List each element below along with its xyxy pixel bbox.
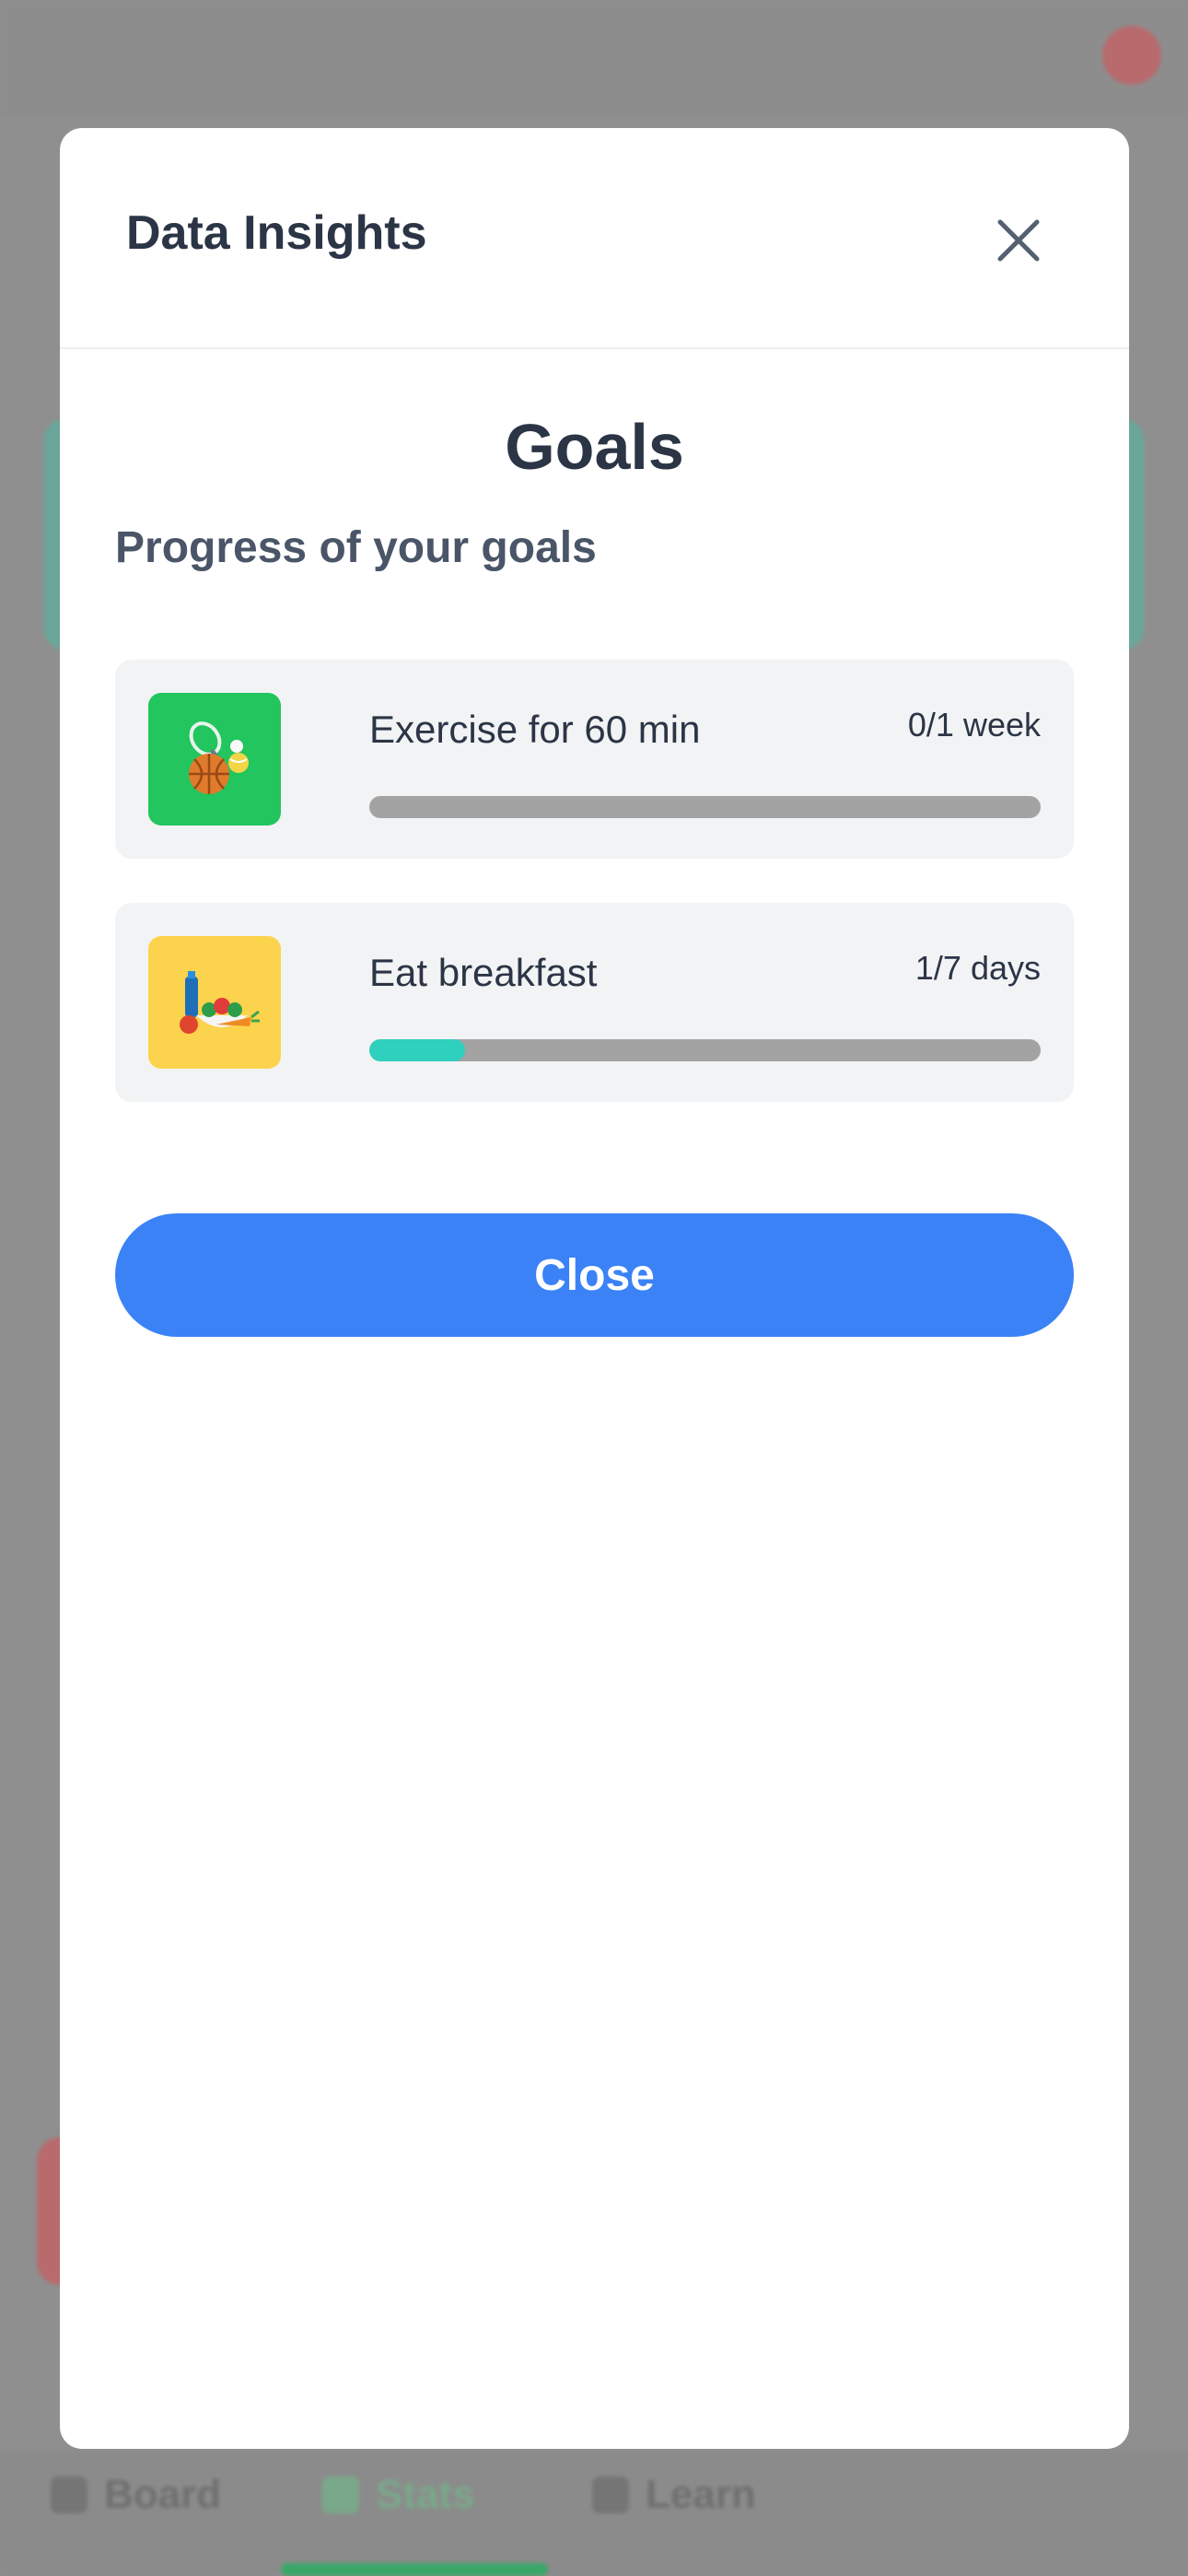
close-button[interactable]: Close [115, 1213, 1074, 1337]
goal-card-breakfast: Eat breakfast 1/7 days [115, 903, 1074, 1102]
breakfast-food-icon [148, 936, 281, 1069]
sports-equipment-icon [148, 693, 281, 825]
goal-count: 1/7 days [914, 949, 1041, 987]
goal-progress-bar [369, 1039, 1041, 1061]
goal-progress-fill [369, 1039, 466, 1061]
stats-icon [322, 2476, 359, 2513]
learn-icon [592, 2476, 629, 2513]
background-tab-learn: Learn [592, 2469, 756, 2521]
background-header [0, 0, 1188, 115]
close-icon[interactable] [991, 213, 1046, 268]
background-avatar [1102, 26, 1161, 85]
goal-progress-bar [369, 796, 1041, 818]
modal-title: Data Insights [126, 206, 427, 260]
background-tab-stats: Stats [322, 2469, 475, 2521]
background-highlight [281, 2563, 548, 2576]
goal-name: Eat breakfast [369, 951, 598, 994]
data-insights-modal: Data Insights Goals Progress of your goa… [60, 128, 1129, 2449]
board-icon [51, 2476, 87, 2513]
goal-name: Exercise for 60 min [369, 708, 701, 751]
background-tab-board: Board [51, 2469, 221, 2521]
goal-count: 0/1 week [907, 706, 1041, 744]
modal-header: Data Insights [60, 128, 1129, 349]
goals-title: Goals [505, 411, 684, 483]
goal-card-exercise: Exercise for 60 min 0/1 week [115, 660, 1074, 859]
goals-subtitle: Progress of your goals [115, 523, 597, 572]
